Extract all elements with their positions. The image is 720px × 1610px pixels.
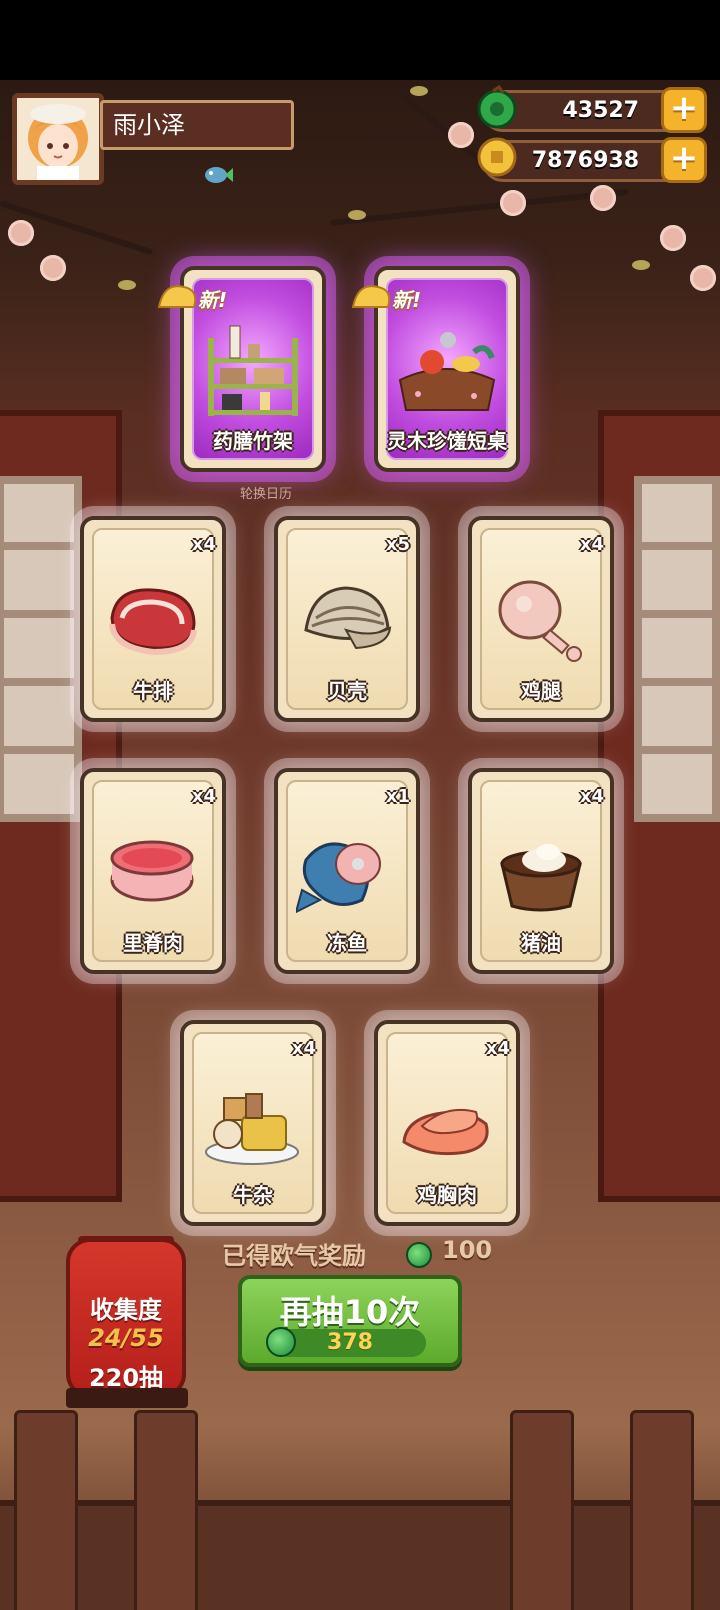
calendar-label: 轮换日历 [240,487,293,502]
collection-title: 收集度 [90,1296,162,1324]
add-coins-button[interactable]: + [661,137,707,183]
draw-cost-pill: 378 [266,1327,426,1357]
card-label: 药膳竹架 [213,429,293,453]
card-count: x4 [485,1038,510,1059]
card-chicken-leg[interactable]: x4 鸡腿 [468,516,614,722]
card-frozen-fish[interactable]: x1 冻鱼 [274,768,420,974]
card-label: 贝壳 [327,679,367,703]
gold-coin-icon [475,135,519,179]
coin-amount: 7876938 [531,148,639,173]
gem-amount: 43527 [562,98,639,123]
beef-offal-icon [205,1093,299,1165]
card-medicinal-rack[interactable]: 新! 药膳竹架 [157,266,326,472]
wooden-railing [0,1500,720,1610]
card-count: x4 [579,786,604,807]
lard-bowl-icon [500,844,582,912]
card-tenderloin[interactable]: x4 里脊肉 [80,768,226,974]
collection-progress: 24/55 [88,1324,164,1352]
draw-ten-again-button[interactable]: 再抽10次 378 [238,1275,462,1367]
add-gems-button[interactable]: + [661,87,707,133]
card-lard[interactable]: x4 猪油 [468,768,614,974]
player-name: 雨小泽 [100,100,294,150]
lucky-reward-value: 100 [442,1236,493,1264]
card-steak[interactable]: x4 牛排 [80,516,226,722]
draw-button-label: 再抽10次 [279,1293,421,1331]
card-beef-offal[interactable]: x4 牛杂 [180,1020,326,1226]
card-count: x1 [385,786,410,807]
card-label: 冻鱼 [327,931,367,955]
gem-counter: 43527 + [477,84,707,133]
new-badge: 新! [348,282,440,318]
card-shell[interactable]: x5 贝壳 [274,516,420,722]
chicken-leg-icon [498,580,582,662]
frozen-fish-icon [296,842,381,914]
steak-icon [109,588,197,656]
card-label: 灵木珍馐短桌 [387,429,507,453]
card-count: x4 [291,1038,316,1059]
card-spirit-wood-table[interactable]: 新! 灵木珍馐短桌 [351,266,520,472]
fish-bonus-icon[interactable] [203,162,233,194]
card-label: 鸡腿 [521,679,561,703]
bamboo-rack-icon [208,325,298,416]
draw-cost: 378 [327,1330,373,1355]
right-lattice-window [634,476,720,822]
card-chicken-breast[interactable]: x4 鸡胸肉 [374,1020,520,1226]
right-door [598,410,720,1202]
coin-counter: 7876938 + [477,137,707,183]
tenderloin-icon [110,840,194,902]
left-lattice-window [0,476,82,822]
shell-icon [304,586,392,650]
card-label: 猪油 [521,931,561,955]
lucky-reward-label: 已得欧气奖励 [222,1242,366,1270]
wooden-table-icon [398,332,496,411]
card-count: x4 [191,786,216,807]
status-bar-area [0,0,720,80]
card-count: x5 [385,534,410,555]
jade-gem-icon [406,1242,432,1268]
card-label: 里脊肉 [123,931,183,955]
jade-gem-icon [475,84,519,129]
player-avatar[interactable] [12,93,104,185]
card-count: x4 [579,534,604,555]
card-label: 牛排 [133,679,173,703]
new-badge: 新! [154,282,246,318]
card-label: 牛杂 [233,1183,273,1207]
card-label: 鸡胸肉 [417,1183,477,1207]
collection-lantern[interactable]: 收集度 24/55 220抽 [66,1238,186,1398]
card-count: x4 [191,534,216,555]
chicken-breast-icon [402,1108,489,1156]
